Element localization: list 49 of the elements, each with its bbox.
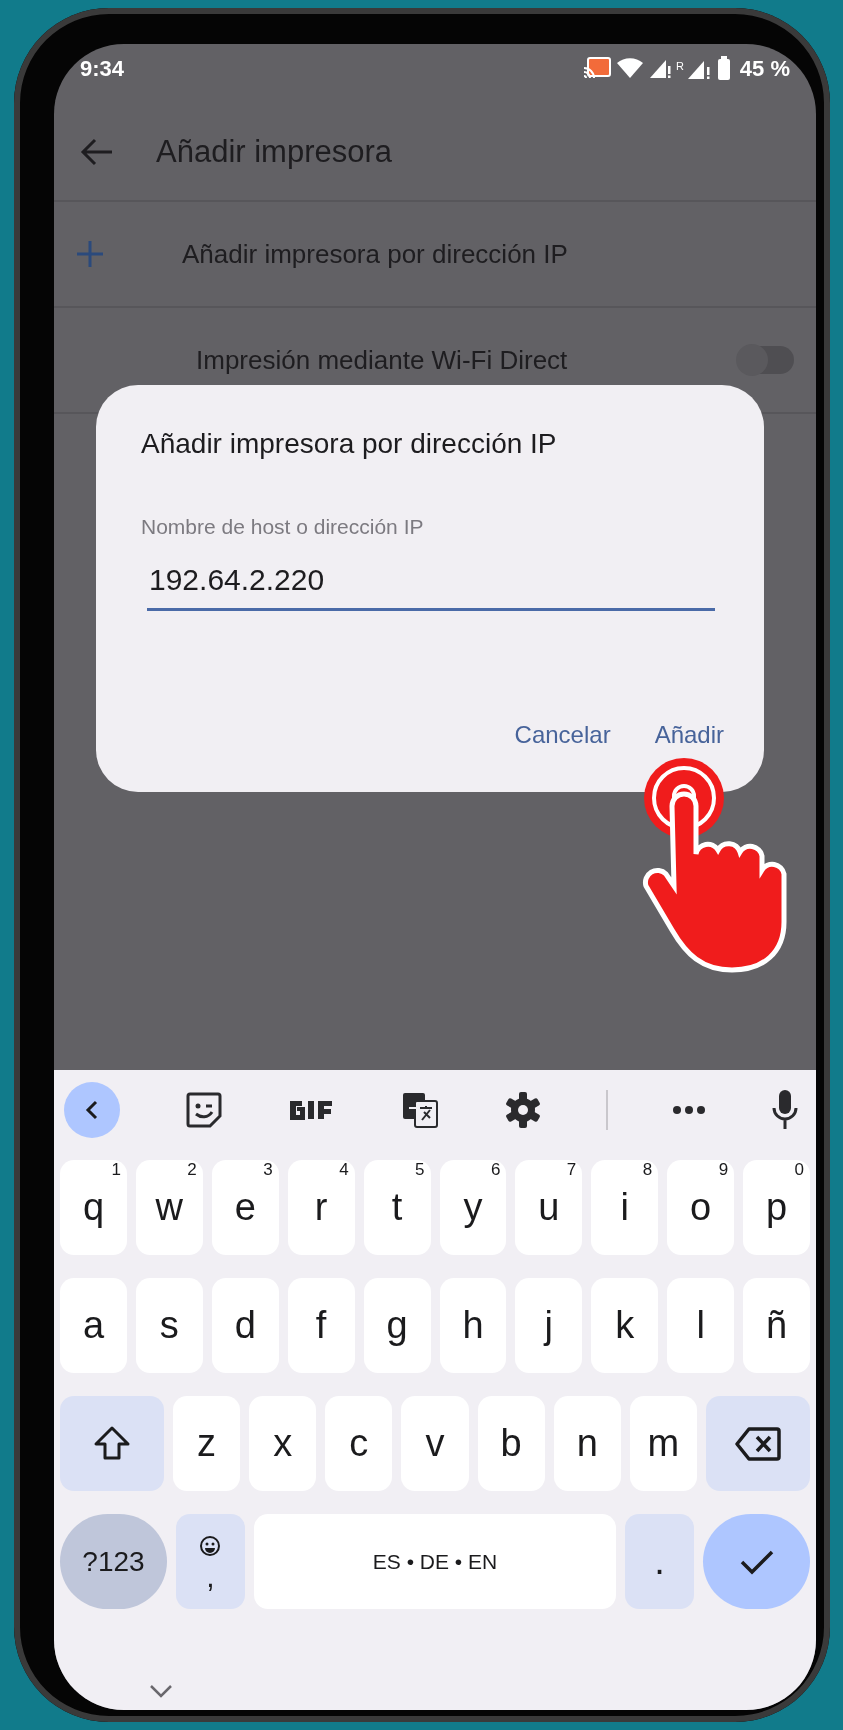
symbols-key[interactable]: ?123 [60,1514,167,1609]
keyboard-key[interactable]: ñ [743,1278,810,1373]
backspace-key[interactable] [705,1396,810,1491]
sticker-icon[interactable] [184,1090,224,1130]
keyboard-key[interactable]: d [211,1278,279,1373]
chevron-down-icon[interactable] [148,1682,174,1699]
battery-percentage: 45 % [739,54,790,83]
keyboard-key[interactable]: m [629,1396,697,1491]
dialog-button[interactable]: Añadir [654,721,724,748]
dialog-title: Añadir impresora por dirección IP [141,427,558,461]
keyboard-key[interactable]: h [439,1278,507,1373]
keyboard-key[interactable]: s [135,1278,203,1373]
plus-icon [76,240,104,268]
smiley-icon [199,1534,222,1557]
cast-icon [581,56,612,80]
shift-key[interactable] [60,1396,165,1491]
collapse-toolbar-button[interactable] [64,1082,120,1138]
space-bar[interactable]: ES • DE • EN [253,1514,617,1609]
keyboard-key[interactable]: b [477,1396,545,1491]
keyboard-key[interactable]: f [287,1278,355,1373]
keyboard-key[interactable]: a [60,1278,127,1373]
keyboard-key[interactable]: j [515,1278,583,1373]
chevron-left-icon [84,1099,100,1121]
row-label: Impresión mediante Wi-Fi Direct [196,343,568,377]
keyboard-key[interactable]: v [401,1396,469,1491]
keyboard-key[interactable]: x [249,1396,317,1491]
keyboard-key[interactable]: l [667,1278,735,1373]
wifi-icon [615,56,644,80]
keyboard-key[interactable]: n [553,1396,621,1491]
keyboard-key[interactable]: g [363,1278,431,1373]
keyboard-key[interactable]: k [591,1278,659,1373]
back-arrow-icon[interactable] [80,137,114,167]
translate-icon[interactable] [400,1090,440,1130]
app-bar-title: Añadir impresora [156,132,393,171]
field-label: Nombre de host o dirección IP [141,514,425,540]
settings-icon[interactable] [504,1091,542,1129]
more-icon[interactable] [672,1105,706,1115]
ip-address-field[interactable]: 192.64.2.220 [147,556,715,611]
microphone-icon[interactable] [770,1088,800,1132]
row-label: Añadir impresora por dirección IP [182,237,569,271]
period-key[interactable]: . [625,1514,695,1609]
emoji-comma-key[interactable]: , [175,1514,245,1609]
roaming-mark: R [675,58,684,74]
keyboard-key[interactable]: z [173,1396,241,1491]
dialog-button[interactable]: Cancelar [514,721,611,748]
backspace-icon [734,1425,781,1462]
keyboard-key[interactable]: c [325,1396,393,1491]
status-time: 9:34 [80,54,125,83]
battery-icon [715,55,732,81]
